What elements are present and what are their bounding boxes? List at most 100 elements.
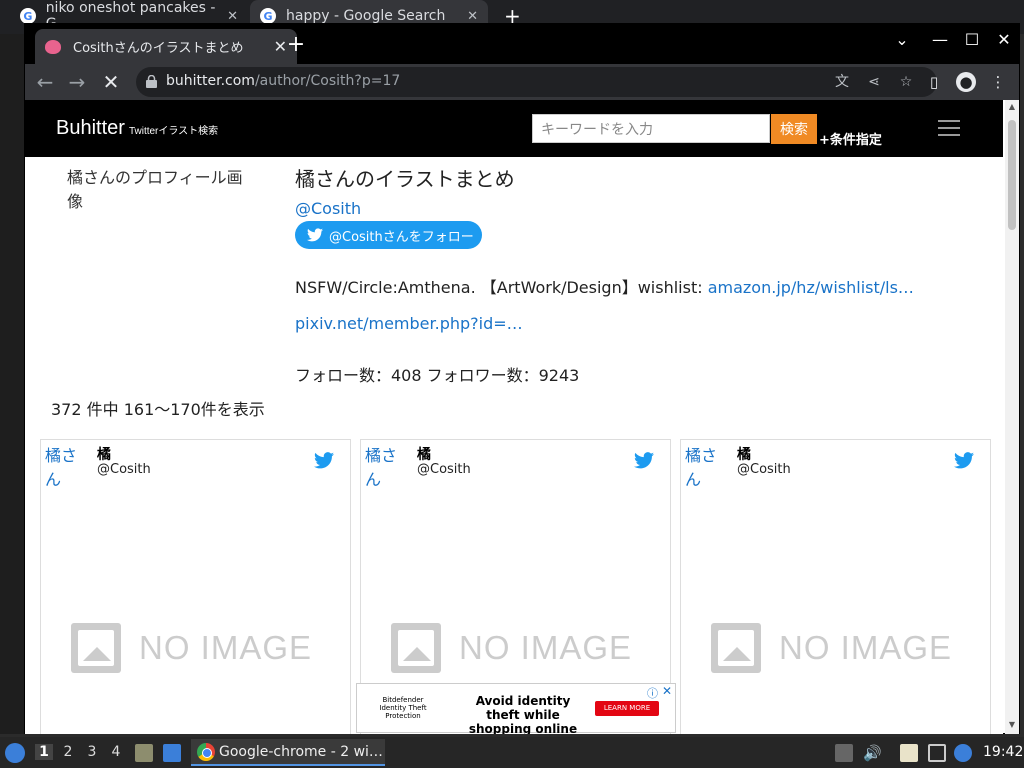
ad-info-icon[interactable]: ⓘ bbox=[647, 685, 658, 701]
profile-avatar-icon[interactable]: ● bbox=[956, 72, 976, 92]
illustration-card[interactable]: 橘さん 橘 @Cosith NO IMAGE bbox=[680, 439, 991, 734]
active-tab[interactable]: Cosithさんのイラストまとめ ✕ bbox=[35, 29, 297, 64]
result-count: 372 件中 161〜170件を表示 bbox=[51, 400, 265, 419]
close-icon[interactable]: ✕ bbox=[467, 9, 478, 24]
maximize-icon[interactable]: ☐ bbox=[961, 30, 983, 49]
tab-strip: Cosithさんのイラストまとめ ✕ + ⌄ — ☐ ✕ bbox=[25, 24, 1019, 64]
tray-arrow-icon[interactable] bbox=[835, 744, 853, 762]
window-close-icon[interactable]: ✕ bbox=[993, 30, 1015, 49]
minimize-icon[interactable]: — bbox=[929, 30, 951, 49]
volume-icon[interactable]: 🔊 bbox=[863, 744, 882, 762]
site-logo[interactable]: Buhitter Twitterイラスト検索 bbox=[56, 117, 218, 140]
avatar: 橘さん bbox=[365, 446, 398, 489]
url-host: buhitter.com bbox=[166, 73, 255, 89]
side-panel-icon[interactable]: ▯ bbox=[924, 72, 944, 92]
card-author-handle: @Cosith bbox=[737, 462, 791, 477]
advertisement-banner[interactable]: Bitdefender Identity Theft Protection Av… bbox=[356, 683, 676, 734]
avatar: 橘さん bbox=[685, 446, 718, 489]
illustration-card[interactable]: 橘さん 橘 @Cosith NO IMAGE bbox=[40, 439, 351, 734]
advanced-search-link[interactable]: +条件指定 bbox=[819, 129, 882, 148]
follow-button-label: @Cosithさんをフォロー bbox=[329, 229, 474, 245]
ad-close-icon[interactable]: ✕ bbox=[662, 684, 672, 698]
menu-kebab-icon[interactable]: ⋮ bbox=[988, 72, 1008, 92]
page-scrollbar[interactable]: ▲ ▼ bbox=[1005, 100, 1019, 734]
brand-subtitle: Twitterイラスト検索 bbox=[128, 126, 219, 137]
translate-icon[interactable]: 文 bbox=[833, 73, 851, 91]
workspace-4[interactable]: 4 bbox=[107, 744, 125, 760]
brand-name: Buhitter bbox=[56, 117, 125, 139]
taskbar-window-label: Google-chrome - 2 wi… bbox=[219, 743, 383, 760]
card-author-name: 橘 bbox=[737, 447, 751, 463]
clipboard-icon[interactable] bbox=[900, 744, 918, 762]
workspace-2[interactable]: 2 bbox=[59, 744, 77, 760]
taskbar: 1 2 3 4 Google-chrome - 2 wi… 🔊 19:42 bbox=[0, 737, 1024, 768]
search-input[interactable] bbox=[532, 114, 770, 143]
ad-learn-more-button[interactable]: LEARN MORE bbox=[595, 701, 659, 716]
image-placeholder-icon bbox=[711, 623, 761, 673]
twitter-bird-icon bbox=[307, 228, 323, 242]
pixiv-link[interactable]: pixiv.net/member.php?id=… bbox=[295, 314, 523, 333]
workspace-3[interactable]: 3 bbox=[83, 744, 101, 760]
google-icon: G bbox=[20, 8, 36, 24]
new-tab-button[interactable]: + bbox=[285, 32, 307, 57]
tab-search-icon[interactable]: ⌄ bbox=[891, 30, 913, 49]
hamburger-menu-icon[interactable] bbox=[938, 120, 960, 136]
workspace-1[interactable]: 1 bbox=[35, 744, 53, 760]
no-image-text: NO IMAGE bbox=[139, 629, 313, 666]
twitter-bird-icon[interactable] bbox=[314, 452, 334, 469]
url-path: /author/Cosith?p=17 bbox=[254, 73, 401, 89]
profile-image: 橘さんのプロフィール画像 bbox=[67, 168, 243, 211]
forward-icon[interactable]: → bbox=[65, 70, 89, 94]
profile-bio: NSFW/Circle:Amthena. 【ArtWork/Design】wis… bbox=[295, 274, 914, 298]
chrome-icon bbox=[197, 742, 215, 761]
page-viewport: BuhitterTwitterイラスト検索 検索 +条件指定 橘さんのプロフィー… bbox=[25, 100, 1003, 734]
network-icon[interactable] bbox=[928, 744, 946, 762]
scroll-down-icon[interactable]: ▼ bbox=[1008, 720, 1016, 730]
url-text: buhitter.com/author/Cosith?p=17 bbox=[166, 73, 400, 89]
twitter-bird-icon[interactable] bbox=[634, 452, 654, 469]
browser-window: Cosithさんのイラストまとめ ✕ + ⌄ — ☐ ✕ ← → ✕ buhit… bbox=[24, 23, 1020, 734]
avatar: 橘さん bbox=[45, 446, 78, 489]
update-notifier-icon[interactable] bbox=[954, 744, 972, 762]
follow-stats: フォロー数：408 フォロワー数：9243 bbox=[295, 366, 580, 385]
bookmark-star-icon[interactable]: ☆ bbox=[897, 73, 915, 91]
no-image-text: NO IMAGE bbox=[779, 629, 953, 666]
card-author-handle: @Cosith bbox=[97, 462, 151, 477]
no-image-placeholder: NO IMAGE bbox=[711, 622, 961, 674]
scroll-up-icon[interactable]: ▲ bbox=[1008, 102, 1016, 112]
stop-loading-icon[interactable]: ✕ bbox=[99, 70, 123, 94]
google-icon: G bbox=[260, 8, 276, 24]
start-menu-icon[interactable] bbox=[5, 743, 25, 763]
twitter-follow-button[interactable]: @Cosithさんをフォロー bbox=[295, 221, 482, 249]
wishlist-link[interactable]: amazon.jp/hz/wishlist/ls… bbox=[708, 278, 914, 297]
card-author-handle: @Cosith bbox=[417, 462, 471, 477]
bio-text: NSFW/Circle:Amthena. 【ArtWork/Design】wis… bbox=[295, 278, 708, 297]
card-author-name: 橘 bbox=[97, 447, 111, 463]
site-header: BuhitterTwitterイラスト検索 検索 +条件指定 bbox=[25, 100, 1003, 157]
browser-toolbar: ← → ✕ buhitter.com/author/Cosith?p=17 文 … bbox=[25, 64, 1019, 100]
share-icon[interactable]: ⋖ bbox=[865, 73, 883, 91]
author-handle-link[interactable]: @Cosith bbox=[295, 199, 361, 218]
background-window-edge bbox=[0, 34, 24, 734]
pig-favicon-icon bbox=[45, 39, 61, 54]
card-author-name: 橘 bbox=[417, 447, 431, 463]
background-tab-title: happy - Google Search bbox=[286, 8, 446, 24]
scrollbar-thumb[interactable] bbox=[1008, 120, 1016, 230]
address-bar[interactable]: buhitter.com/author/Cosith?p=17 文 ⋖ ☆ bbox=[136, 67, 937, 97]
taskbar-chrome-window[interactable]: Google-chrome - 2 wi… bbox=[191, 739, 385, 766]
page-title: 橘さんのイラストまとめ bbox=[295, 167, 515, 191]
no-image-placeholder: NO IMAGE bbox=[391, 622, 641, 674]
show-desktop-icon[interactable] bbox=[163, 744, 181, 762]
twitter-bird-icon[interactable] bbox=[954, 452, 974, 469]
file-manager-icon[interactable] bbox=[135, 744, 153, 762]
clock: 19:42 bbox=[983, 744, 1024, 760]
no-image-placeholder: NO IMAGE bbox=[71, 622, 321, 674]
ad-headline: Avoid identity theft while shopping onli… bbox=[468, 694, 578, 734]
close-icon[interactable]: ✕ bbox=[227, 9, 238, 24]
back-icon[interactable]: ← bbox=[33, 70, 57, 94]
image-placeholder-icon bbox=[391, 623, 441, 673]
no-image-text: NO IMAGE bbox=[459, 629, 633, 666]
search-button[interactable]: 検索 bbox=[771, 114, 817, 144]
ad-brand: Bitdefender Identity Theft Protection bbox=[379, 696, 427, 720]
tab-title: Cosithさんのイラストまとめ bbox=[73, 41, 244, 56]
